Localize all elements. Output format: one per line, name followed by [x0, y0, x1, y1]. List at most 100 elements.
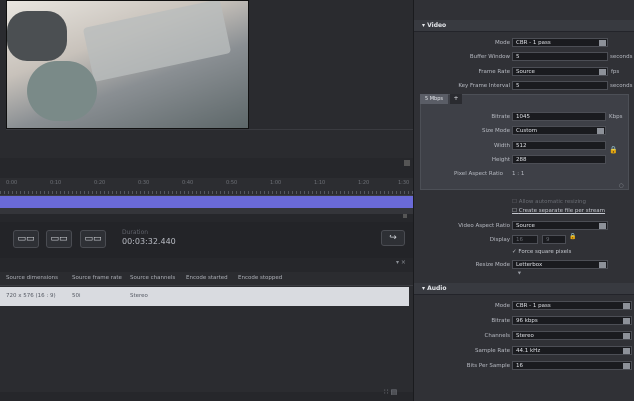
clear-marks-button[interactable]: ▭▭	[80, 230, 106, 248]
channels-select[interactable]: Stereo	[512, 331, 632, 340]
tab-5mbps[interactable]: 5 Mbps	[420, 94, 448, 104]
column-header[interactable]: Source frame rate	[72, 275, 122, 281]
buffer-window-unit: seconds	[610, 54, 633, 60]
frame-rate-label: Frame Rate	[478, 69, 511, 75]
video-mode-select[interactable]: CBR - 1 pass	[512, 38, 608, 47]
key-frame-input[interactable]: 5	[512, 81, 608, 90]
encoder-window: 0:00 0:10 0:20 0:30 0:40 0:50 1:00 1:10 …	[0, 0, 634, 401]
channels-label: Channels	[484, 333, 510, 339]
film-strip-icon: ▭▭	[17, 234, 35, 244]
timeline-tick: 0:40	[182, 180, 194, 186]
video-mode-label: Mode	[495, 40, 510, 46]
cell-frame-rate: 50i	[72, 293, 81, 299]
cell-dimensions: 720 x 576 (16 : 9)	[6, 293, 56, 299]
video-aspect-ratio-select[interactable]: Source	[512, 221, 608, 230]
pixel-aspect-ratio-label: Pixel Aspect Ratio	[454, 171, 504, 177]
force-square-label: Force square pixels	[518, 249, 572, 255]
add-stream-button[interactable]: +	[450, 94, 462, 104]
mark-out-button[interactable]: ▭▭	[46, 230, 72, 248]
key-frame-unit: seconds	[610, 83, 633, 89]
column-header[interactable]: Source channels	[130, 275, 175, 281]
display-width-input[interactable]: 16	[512, 235, 538, 244]
key-frame-label: Key Frame Interval	[458, 83, 510, 89]
timeline-track[interactable]	[0, 196, 413, 208]
divider	[6, 129, 413, 130]
bits-per-sample-label: Bits Per Sample	[466, 363, 510, 369]
duration-value: 00:03:32.440	[122, 237, 176, 246]
audio-mode-select[interactable]: CBR - 1 pass	[512, 301, 632, 310]
preview-scroll-handle[interactable]	[404, 160, 410, 166]
bits-per-sample-select[interactable]: 16	[512, 361, 632, 370]
timeline-tick: 1:00	[270, 180, 282, 186]
buffer-window-label: Buffer Window	[469, 54, 510, 60]
allow-resizing-label: Allow automatic resizing	[518, 199, 586, 205]
frame-rate-unit: fps	[611, 69, 620, 75]
video-preview-frame[interactable]	[6, 0, 249, 129]
timeline-tick: 0:20	[94, 180, 106, 186]
video-section-header[interactable]: ▾ Video	[414, 20, 634, 32]
audio-bitrate-select[interactable]: 96 kbps	[512, 316, 632, 325]
timeline-tick: 0:50	[226, 180, 238, 186]
column-header[interactable]: Encode stopped	[238, 275, 282, 281]
settings-panel: ▾ Video Mode CBR - 1 pass Buffer Window …	[413, 0, 634, 401]
audio-mode-label: Mode	[495, 303, 510, 309]
lock-icon[interactable]: 🔒	[569, 233, 576, 240]
timeline-tick: 1:20	[358, 180, 370, 186]
source-table: Source dimensions Source frame rate Sour…	[0, 272, 413, 392]
expand-icon[interactable]: ○	[619, 183, 624, 189]
width-label: Width	[494, 143, 510, 149]
video-aspect-ratio-label: Video Aspect Ratio	[458, 223, 510, 229]
create-separate-label: Create separate file per stream	[518, 208, 606, 214]
size-mode-label: Size Mode	[481, 128, 510, 134]
film-strip-icon: ▭▭	[84, 234, 102, 244]
audio-bitrate-label: Bitrate	[491, 318, 510, 324]
size-mode-select[interactable]: Custom	[512, 126, 606, 135]
create-separate-checkbox[interactable]: ☐ Create separate file per stream	[512, 208, 605, 214]
column-header[interactable]: Encode started	[186, 275, 228, 281]
panel-controls[interactable]: ▾ ×	[396, 259, 406, 266]
frame-rate-select[interactable]: Source	[512, 67, 608, 76]
resize-mode-label: Resize Mode	[475, 262, 510, 268]
buffer-window-input[interactable]: 5	[512, 52, 608, 61]
bitrate-unit: Kbps	[609, 114, 623, 120]
table-row[interactable]: 720 x 576 (16 : 9) 50i Stereo	[0, 287, 409, 306]
video-frame-object	[27, 61, 97, 121]
height-input[interactable]: 288	[512, 155, 606, 164]
bitrate-input[interactable]: 1045	[512, 112, 606, 121]
video-frame-object	[7, 11, 67, 61]
audio-section-header[interactable]: ▾ Audio	[414, 283, 634, 295]
bitrate-label: Bitrate	[491, 114, 510, 120]
sample-rate-select[interactable]: 44.1 kHz	[512, 346, 632, 355]
track-end-handle[interactable]	[403, 214, 407, 218]
height-label: Height	[491, 157, 510, 163]
duration-label: Duration	[122, 229, 149, 236]
left-panel: 0:00 0:10 0:20 0:30 0:40 0:50 1:00 1:10 …	[0, 0, 413, 401]
view-toggle-icons[interactable]: ∷ ▤	[384, 388, 397, 396]
timeline-subtrack	[0, 208, 413, 214]
width-input[interactable]: 512	[512, 141, 606, 150]
sample-rate-label: Sample Rate	[475, 348, 510, 354]
resize-mode-select[interactable]: Letterbox	[512, 260, 608, 269]
timeline-tick: 0:10	[50, 180, 62, 186]
timeline-tick: 1:10	[314, 180, 326, 186]
timeline-ruler[interactable]: 0:00 0:10 0:20 0:30 0:40 0:50 1:00 1:10 …	[0, 178, 413, 196]
export-frame-button[interactable]: ↪	[381, 230, 405, 246]
lock-icon[interactable]: 🔒	[609, 146, 618, 154]
allow-resizing-checkbox[interactable]: ☐ Allow automatic resizing	[512, 199, 586, 205]
timeline-tick: 0:00	[6, 180, 18, 186]
column-header[interactable]: Source dimensions	[6, 275, 58, 281]
export-icon: ↪	[389, 233, 397, 243]
force-square-checkbox[interactable]: ✓ Force square pixels	[512, 249, 571, 255]
preview-area	[0, 0, 413, 166]
mark-in-button[interactable]: ▭▭	[13, 230, 39, 248]
timeline-tick: 0:30	[138, 180, 150, 186]
display-height-input[interactable]: 9	[542, 235, 566, 244]
cell-channels: Stereo	[130, 293, 148, 299]
pixel-aspect-ratio-value: 1 : 1	[512, 171, 525, 177]
display-label: Display	[489, 237, 510, 243]
table-header: Source dimensions Source frame rate Sour…	[0, 272, 413, 286]
ruler-minor-ticks	[0, 191, 413, 194]
collapse-icon[interactable]: ⯆	[517, 270, 522, 278]
film-strip-icon: ▭▭	[50, 234, 68, 244]
timeline-tick: 1:30	[398, 180, 410, 186]
